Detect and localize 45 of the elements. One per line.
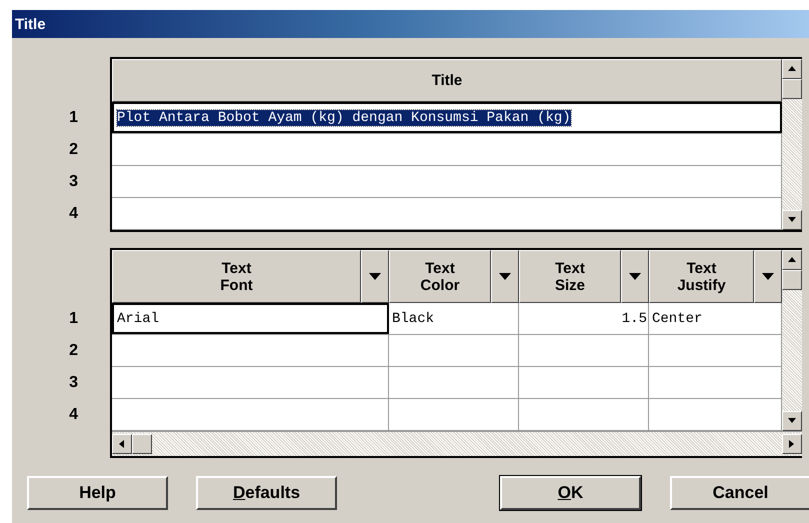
column-header[interactable]: Title (112, 59, 782, 102)
table-cell[interactable]: Black (389, 303, 519, 334)
dialog-button[interactable]: Cancel (670, 476, 809, 510)
column-header[interactable]: Text Justify (649, 250, 754, 303)
scroll-thumb[interactable] (782, 79, 802, 99)
dialog-button[interactable]: OK (500, 476, 641, 510)
table-cell[interactable]: Arial (112, 303, 389, 334)
row-number: 2 (68, 341, 79, 361)
scroll-left-button[interactable] (112, 434, 132, 454)
window-title: Title (14, 16, 46, 32)
scroll-up-button[interactable] (782, 250, 802, 270)
scroll-right-button[interactable] (782, 434, 802, 454)
scroll-thumb[interactable] (782, 270, 802, 290)
scroll-down-button[interactable] (782, 411, 802, 431)
dropdown-button[interactable] (754, 250, 782, 303)
arrow-icon (787, 255, 797, 265)
row-number: 4 (68, 405, 79, 425)
dialog-button[interactable]: Help (27, 476, 168, 510)
table-cell[interactable]: 1.5 (519, 303, 649, 334)
row-number: 1 (68, 108, 79, 128)
vertical-scrollbar[interactable] (782, 59, 802, 230)
horizontal-scrollbar[interactable] (112, 431, 802, 456)
column-header[interactable]: Text Font (112, 250, 361, 303)
caret-icon (499, 272, 511, 280)
dropdown-button[interactable] (361, 250, 389, 303)
caret-icon (762, 272, 774, 280)
vertical-scrollbar[interactable] (782, 250, 802, 431)
column-header[interactable]: Text Size (519, 250, 621, 303)
scroll-up-button[interactable] (782, 59, 802, 79)
caret-icon (369, 272, 381, 280)
row-number: 3 (68, 172, 79, 192)
dropdown-button[interactable] (491, 250, 519, 303)
scroll-thumb[interactable] (132, 434, 152, 454)
row-number: 4 (68, 204, 79, 224)
row-number: 3 (68, 373, 79, 393)
caret-icon (629, 272, 641, 280)
arrow-icon (117, 439, 127, 449)
scroll-down-button[interactable] (782, 210, 802, 230)
arrow-icon (787, 64, 797, 74)
table-cell[interactable]: Plot Antara Bobot Ayam (kg) dengan Konsumsi Pakan (kg) (112, 102, 782, 133)
dialog-button[interactable]: Defaults (196, 476, 337, 510)
dropdown-button[interactable] (621, 250, 649, 303)
row-number: 1 (68, 309, 79, 329)
column-header[interactable]: Text Color (389, 250, 491, 303)
row-number: 2 (68, 140, 79, 160)
